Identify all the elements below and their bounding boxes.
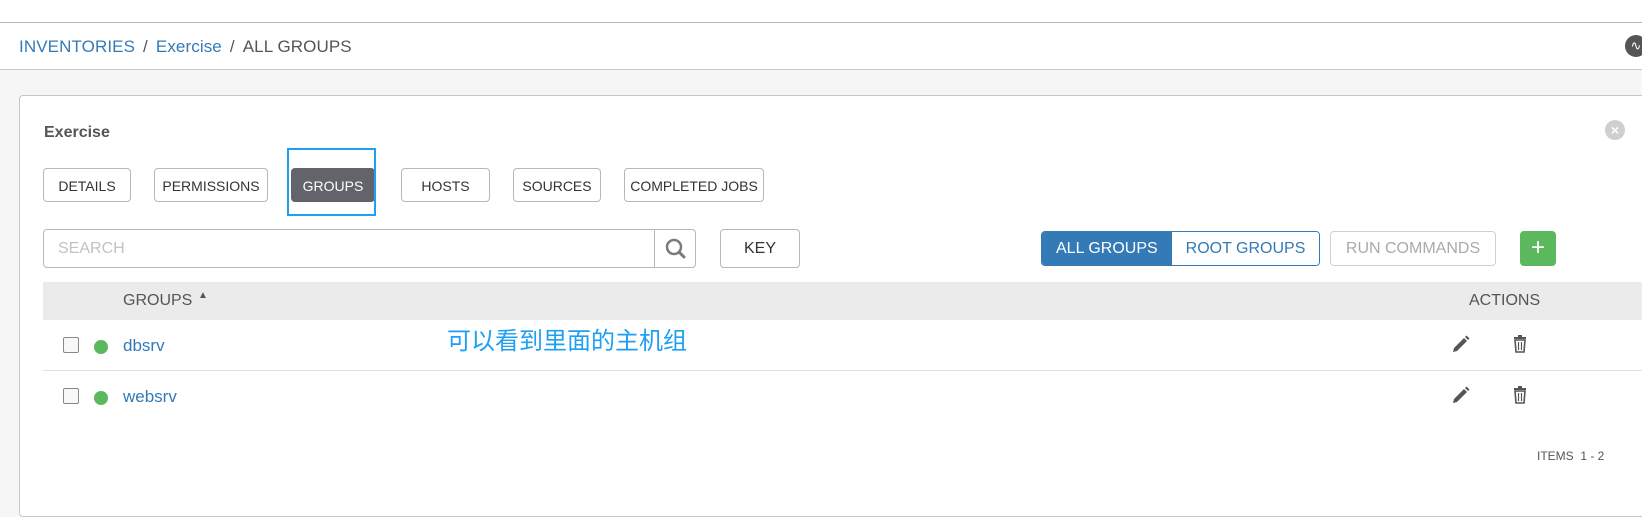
tab-permissions[interactable]: PERMISSIONS	[154, 168, 268, 202]
row-checkbox[interactable]	[63, 337, 79, 353]
key-button[interactable]: KEY	[720, 229, 800, 268]
breadcrumb-separator: /	[143, 37, 148, 56]
tab-details[interactable]: DETAILS	[43, 168, 131, 202]
breadcrumb: INVENTORIES / Exercise / ALL GROUPS	[19, 37, 352, 57]
close-icon[interactable]: ×	[1605, 120, 1625, 140]
column-header-groups[interactable]: GROUPS	[123, 292, 192, 310]
items-count: ITEMS 1 - 2	[1537, 449, 1604, 463]
search-box	[43, 229, 696, 268]
tab-hosts[interactable]: HOSTS	[401, 168, 490, 202]
inventory-panel: Exercise × DETAILS PERMISSIONS GROUPS HO…	[19, 95, 1642, 517]
activity-stream-icon[interactable]: ∿	[1625, 35, 1642, 57]
table-header: GROUPS ▲ ACTIONS	[43, 282, 1642, 320]
breadcrumb-exercise[interactable]: Exercise	[156, 37, 222, 56]
breadcrumb-separator: /	[229, 37, 235, 56]
pencil-icon[interactable]	[1450, 384, 1472, 406]
panel-title: Exercise	[44, 124, 110, 141]
items-label: ITEMS	[1537, 449, 1574, 463]
breadcrumb-bar: INVENTORIES / Exercise / ALL GROUPS ∿	[0, 23, 1642, 70]
group-name-link[interactable]: websrv	[123, 387, 177, 407]
row-checkbox[interactable]	[63, 388, 79, 404]
status-indicator	[94, 391, 108, 405]
all-groups-button[interactable]: ALL GROUPS	[1042, 232, 1172, 265]
sort-asc-icon[interactable]: ▲	[198, 290, 208, 301]
breadcrumb-inventories[interactable]: INVENTORIES	[19, 37, 135, 56]
search-input[interactable]	[44, 230, 654, 267]
top-bar	[0, 0, 1642, 23]
pencil-icon[interactable]	[1450, 333, 1472, 355]
tab-sources[interactable]: SOURCES	[513, 168, 601, 202]
group-name-link[interactable]: dbsrv	[123, 336, 165, 356]
breadcrumb-current: ALL GROUPS	[242, 37, 352, 56]
group-filter-toggle: ALL GROUPS ROOT GROUPS	[1041, 231, 1321, 266]
trash-icon[interactable]	[1509, 384, 1531, 406]
items-range: 1 - 2	[1580, 449, 1605, 463]
add-group-button[interactable]: +	[1520, 231, 1556, 266]
status-indicator	[94, 340, 108, 354]
run-commands-button[interactable]: RUN COMMANDS	[1330, 231, 1496, 266]
annotation-text: 可以看到里面的主机组	[447, 327, 687, 355]
trash-icon[interactable]	[1509, 333, 1531, 355]
search-icon	[665, 238, 686, 259]
table-row: dbsrv	[43, 320, 1642, 371]
tab-completed-jobs[interactable]: COMPLETED JOBS	[624, 168, 764, 202]
column-header-actions: ACTIONS	[1469, 292, 1541, 309]
root-groups-button[interactable]: ROOT GROUPS	[1171, 232, 1320, 265]
annotation-highlight-box	[287, 148, 376, 216]
search-button[interactable]	[654, 230, 696, 267]
table-row: websrv	[43, 371, 1642, 421]
